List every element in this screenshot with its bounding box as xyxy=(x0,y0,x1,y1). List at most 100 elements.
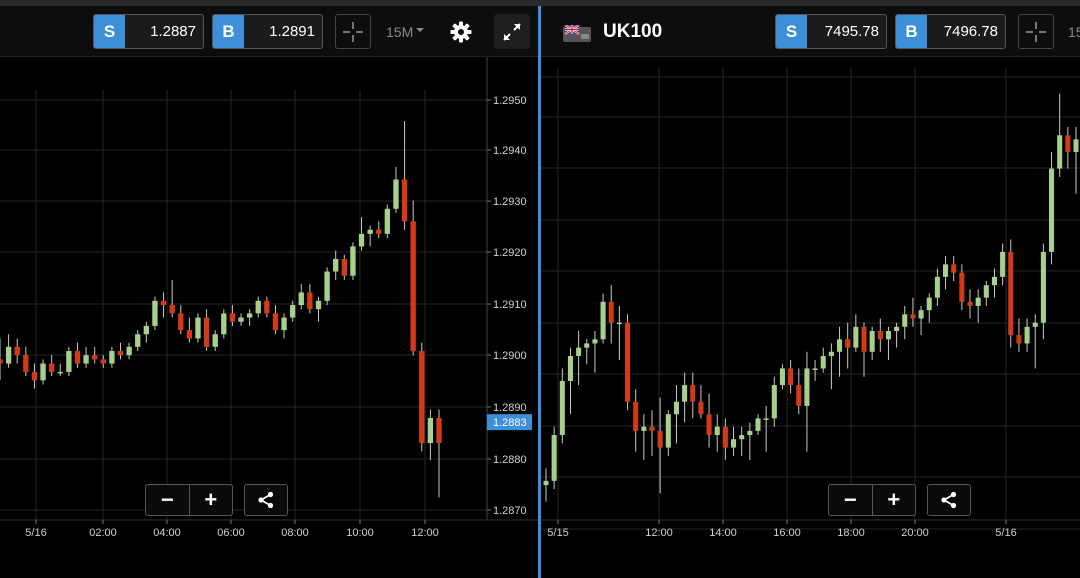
candle-body xyxy=(543,480,549,486)
candle xyxy=(152,296,158,331)
candle xyxy=(14,338,20,364)
candle xyxy=(135,330,141,352)
chevron-down-icon xyxy=(416,27,425,32)
candle xyxy=(238,313,244,326)
candle-body xyxy=(410,221,416,352)
candle xyxy=(1049,151,1055,265)
crosshair-button[interactable] xyxy=(335,14,371,49)
candle-body xyxy=(877,330,883,340)
timeframe-dropdown[interactable]: 15M xyxy=(386,14,425,49)
chart-panel-right[interactable]: UK100 S 7495.78 B 7496.78 15 5/15 12:00 14… xyxy=(541,6,1080,578)
candle-body xyxy=(5,346,12,364)
candle xyxy=(410,200,416,356)
candle-body xyxy=(902,314,908,327)
candle xyxy=(951,256,957,282)
candle xyxy=(1040,243,1046,340)
expand-button[interactable] xyxy=(494,14,530,49)
candle-body xyxy=(804,368,810,406)
share-icon xyxy=(258,491,274,509)
candle-body xyxy=(820,355,826,369)
timeframe-dropdown[interactable]: 15 xyxy=(1068,14,1080,49)
candle-body xyxy=(771,385,777,419)
candle xyxy=(633,389,639,452)
candle-body xyxy=(690,385,696,402)
candle xyxy=(755,414,761,436)
candle xyxy=(221,309,227,339)
zoom-out-button[interactable]: − xyxy=(829,485,872,515)
candle xyxy=(1073,126,1079,194)
candle xyxy=(975,289,981,323)
candle xyxy=(281,313,287,339)
candle-body xyxy=(246,313,253,318)
candle xyxy=(543,468,549,502)
zoom-in-button[interactable]: + xyxy=(188,485,233,515)
share-button-left[interactable] xyxy=(244,484,288,516)
price-chart-right[interactable]: 5/15 12:00 14:00 16:00 18:00 20:00 5/16 xyxy=(541,57,1080,578)
candle xyxy=(126,342,132,360)
crosshair-button[interactable] xyxy=(1018,14,1054,49)
candle xyxy=(657,397,663,494)
candle xyxy=(66,346,72,377)
crosshair-icon xyxy=(1026,21,1046,42)
candle-body xyxy=(608,301,614,323)
candle xyxy=(763,405,769,452)
buy-quote-button[interactable]: B 1.2891 xyxy=(212,14,323,49)
candle-body xyxy=(315,300,322,310)
candle xyxy=(592,330,598,373)
candle xyxy=(419,342,425,452)
sell-quote-button[interactable]: S 1.2887 xyxy=(93,14,204,49)
time-tick-label: 02:00 xyxy=(89,527,117,539)
settings-button[interactable] xyxy=(443,14,479,49)
candle xyxy=(600,293,606,344)
candle xyxy=(902,305,908,340)
candle-body xyxy=(682,385,688,402)
candle-body xyxy=(100,359,106,364)
candle xyxy=(722,418,728,461)
candle-body xyxy=(657,430,663,448)
candle-body xyxy=(1040,251,1046,323)
candle-body xyxy=(281,317,287,331)
sell-price: 7495.78 xyxy=(824,23,879,40)
share-button-right[interactable] xyxy=(927,484,971,516)
candle-body xyxy=(376,229,382,234)
candle xyxy=(1000,243,1006,286)
candle xyxy=(861,322,867,377)
candle-body xyxy=(739,435,745,440)
candle-body xyxy=(649,426,655,431)
candle xyxy=(160,292,167,318)
sell-price: 1.2887 xyxy=(150,23,196,40)
buy-price: 1.2891 xyxy=(269,23,315,40)
sell-tag: S xyxy=(94,15,125,48)
candle-body xyxy=(74,351,81,364)
sell-quote-button[interactable]: S 7495.78 xyxy=(775,14,887,49)
chart-panel-left[interactable]: S 1.2887 B 1.2891 15M 1.2950 1.2940 1.29… xyxy=(0,6,538,578)
candle-body xyxy=(289,305,296,318)
candle-body xyxy=(731,439,737,448)
zoom-in-button[interactable]: + xyxy=(871,485,916,515)
candle xyxy=(641,414,647,461)
candle-body xyxy=(722,426,728,448)
price-tick-label: 1.2890 xyxy=(493,402,527,414)
time-tick-label: 20:00 xyxy=(901,527,929,539)
candle xyxy=(918,305,924,336)
candle-body xyxy=(812,368,818,370)
candle-body xyxy=(1032,322,1038,327)
candle-body xyxy=(1065,135,1071,152)
current-price-label: 1.2883 xyxy=(493,417,527,429)
candle-body xyxy=(109,351,115,364)
candle xyxy=(315,296,322,322)
candle xyxy=(885,326,891,361)
candle-body xyxy=(229,313,236,322)
candle xyxy=(714,414,720,452)
candle-body xyxy=(967,301,973,306)
candle-body xyxy=(264,300,270,314)
time-tick-label: 5/15 xyxy=(547,527,568,539)
candle-body xyxy=(910,314,916,319)
candle-body xyxy=(427,417,434,444)
candle-body xyxy=(195,317,201,339)
candle-body xyxy=(92,355,98,360)
zoom-out-button[interactable]: − xyxy=(146,485,189,515)
candle-body xyxy=(747,430,753,436)
buy-quote-button[interactable]: B 7496.78 xyxy=(895,14,1006,49)
price-tick-label: 1.2910 xyxy=(493,299,527,311)
